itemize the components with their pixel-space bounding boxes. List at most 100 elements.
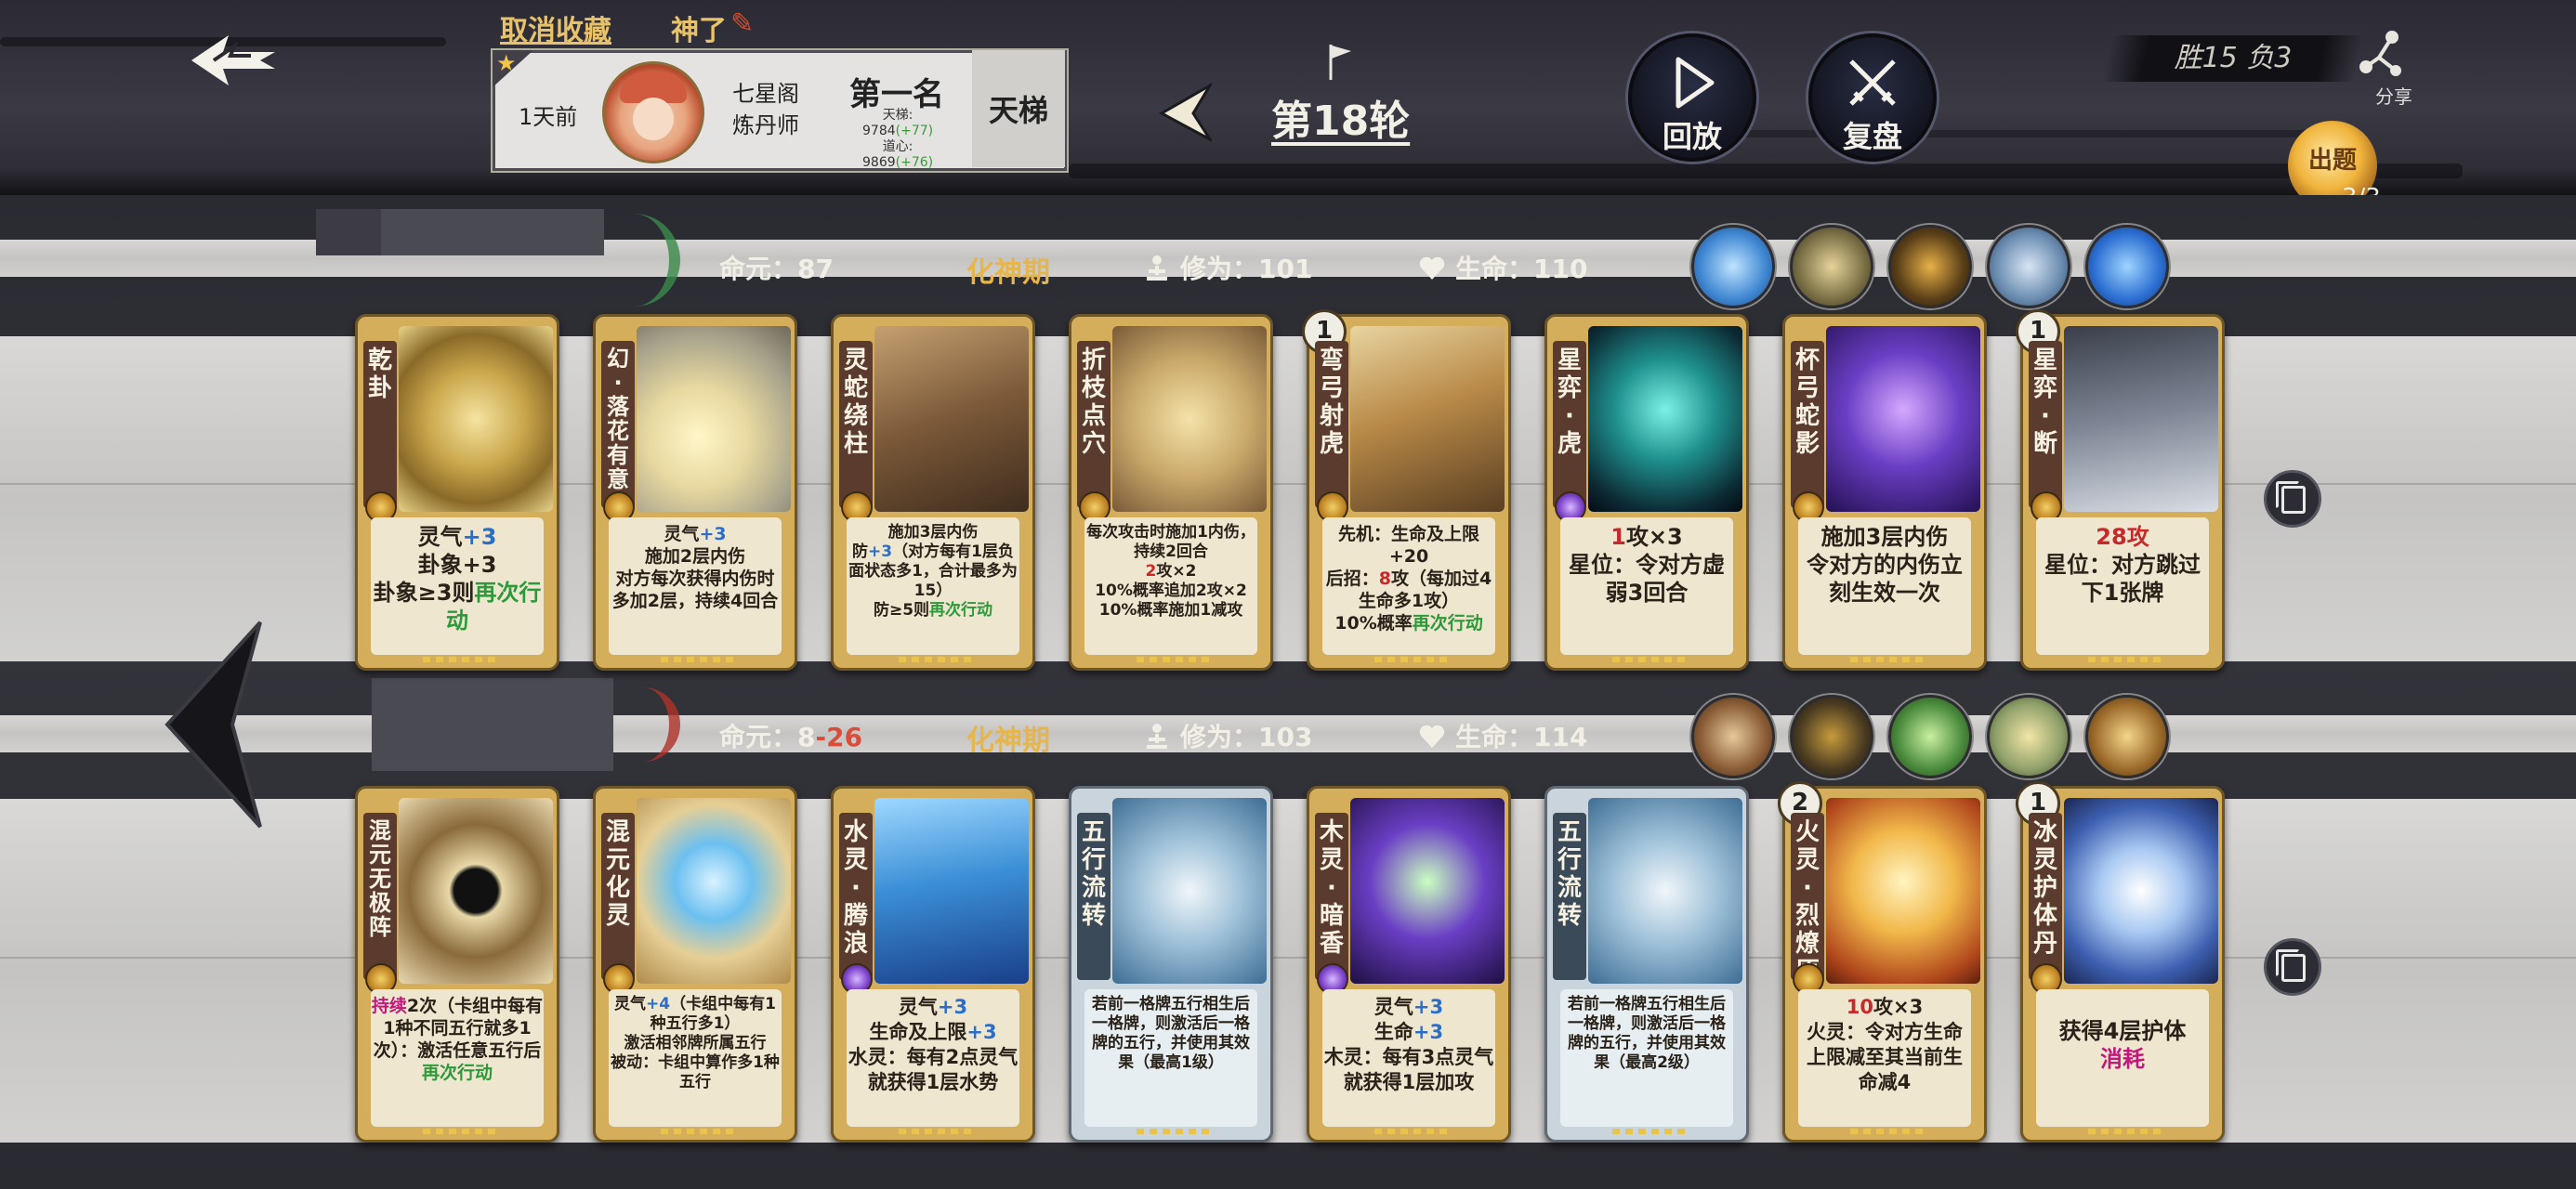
card-art	[1826, 798, 1980, 984]
crossed-swords-icon	[1849, 59, 1896, 106]
skill-icon-rabbit[interactable]	[1691, 225, 1775, 308]
opponent-card-8[interactable]: 1 星弈·断 28攻 星位：对方跳过下1张牌	[2016, 309, 2225, 671]
card-description: 灵气+3 生命及上限+3 水灵：每有2点灵气就获得1层水势	[847, 989, 1019, 1127]
card-art	[399, 798, 553, 984]
quiz-label: 出题	[2307, 147, 2357, 175]
card-art	[1350, 798, 1505, 984]
share-button[interactable]	[2353, 28, 2405, 80]
card-description: 每次攻击时施加1内伤，持续2回合 2攻×2 10%概率追加2攻×2 10%概率施…	[1084, 517, 1257, 655]
card-name: 五行流转	[1081, 818, 1106, 930]
opponent-card-4[interactable]: 折枝点穴 每次攻击时施加1内伤，持续2回合 2攻×2 10%概率追加2攻×2 1…	[1069, 314, 1273, 671]
opponent-stats: 命元：87 化神期 修为：101 生命：110	[0, 243, 2576, 290]
skill-icon-elder[interactable]	[1987, 695, 2070, 778]
skill-icon-sage[interactable]	[2085, 695, 2169, 778]
card-art	[637, 798, 791, 984]
card-art	[2064, 798, 2218, 984]
review-label: 复盘	[1842, 119, 1902, 154]
card-dots	[2088, 657, 2162, 662]
unfavorite-link[interactable]: 取消收藏	[500, 7, 611, 48]
share-label[interactable]: 分享	[2375, 82, 2412, 109]
card-dots	[2088, 1129, 2162, 1134]
review-button[interactable]: 复盘	[1808, 33, 1937, 162]
destiny-stat: 命元：8-26	[719, 722, 863, 752]
cultivation-stat: 修为：101	[1143, 249, 1312, 286]
player-card-7[interactable]: 2 火灵·烈燎原 10攻×3 火灵：令对方生命上限减至其当前生命减4	[1778, 781, 1987, 1143]
card-description: 获得4层护体 消耗	[2036, 989, 2209, 1127]
player-title: 炼丹师	[732, 112, 799, 138]
realm-label: 化神期	[966, 725, 1050, 757]
previous-round-button[interactable]	[1156, 80, 1215, 145]
player-card-5[interactable]: 木灵·暗香 灵气+3 生命+3 木灵：每有3点灵气就获得1层加攻	[1307, 786, 1511, 1143]
card-description: 灵气+3 卦象+3 卦象≥3则再次行动	[371, 517, 544, 655]
card-dots	[1374, 657, 1449, 662]
player-card-4[interactable]: 五行流转 若前一格牌五行相生后一格牌，则激活后一格牌的五行，并使用其效果（最高1…	[1069, 786, 1273, 1143]
card-description: 1攻×3 星位：令对方虚弱3回合	[1560, 517, 1733, 655]
player-card-1[interactable]: 混元无极阵 持续2次（卡组中每有1种不同五行就多1次）：激活任意五行后再次行动	[355, 786, 559, 1143]
hp-stat: 生命：110	[1418, 249, 1587, 286]
destiny-stat: 命元：87	[719, 254, 834, 284]
hp-stat: 生命：114	[1418, 717, 1587, 754]
card-art	[1112, 798, 1267, 984]
player-card-6[interactable]: 五行流转 若前一格牌五行相生后一格牌，则激活后一格牌的五行，并使用其效果（最高2…	[1544, 786, 1749, 1143]
opponent-card-7[interactable]: 杯弓蛇影 施加3层内伤 令对方的内伤立刻生效一次	[1782, 314, 1987, 671]
ink-brush-decoration	[1673, 130, 2323, 137]
card-description: 灵气+3 生命+3 木灵：每有3点灵气就获得1层加攻	[1322, 989, 1495, 1127]
star-badge: ★	[493, 50, 533, 87]
skill-icon-scroll[interactable]	[1888, 695, 1972, 778]
card-name: 灵蛇绕柱	[843, 346, 868, 458]
copy-deck-button[interactable]	[2264, 470, 2321, 528]
card-dots	[1137, 657, 1211, 662]
skill-icon-wood[interactable]	[1691, 695, 1775, 778]
skill-icon-armor[interactable]	[1790, 225, 1873, 308]
card-dots	[423, 1129, 497, 1134]
opponent-card-5[interactable]: 1 弯弓射虎 先机：生命及上限+20 后招：8攻（每加过4生命多1攻） 10%概…	[1302, 309, 1511, 671]
player-card-3[interactable]: 水灵·腾浪 灵气+3 生命及上限+3 水灵：每有2点灵气就获得1层水势	[831, 786, 1035, 1143]
card-art	[874, 798, 1029, 984]
profile-card[interactable]: ★ 1天前 七星阁 炼丹师 第一名 天梯: 9784(+77) 道心: 9869…	[491, 48, 1069, 173]
card-art	[1350, 326, 1505, 512]
card-name: 乾卦	[367, 346, 392, 402]
round-number: 第18轮	[1271, 98, 1411, 145]
ink-brush-decoration	[1069, 163, 2463, 178]
skill-icon-gate[interactable]	[1987, 225, 2070, 308]
play-icon	[1676, 57, 1715, 109]
opponent-card-2[interactable]: 幻·落花有意 灵气+3 施加2层内伤 对方每次获得内伤时多加2层，持续4回合	[593, 314, 797, 671]
card-name: 折枝点穴	[1081, 346, 1106, 458]
card-art	[874, 326, 1029, 512]
rating-stats: 天梯: 9784(+77) 道心: 9869(+76)	[862, 108, 933, 171]
ladder-label: 天梯:	[882, 108, 913, 123]
skill-icon-figure[interactable]	[1888, 225, 1972, 308]
card-art	[637, 326, 791, 512]
card-name: 水灵·腾浪	[843, 818, 868, 958]
card-dots	[899, 1129, 973, 1134]
copy-deck-button[interactable]	[2264, 938, 2321, 996]
back-arrow-icon	[191, 35, 275, 85]
win-loss-record: 胜15 负3	[2102, 35, 2364, 82]
card-dots	[661, 657, 735, 662]
time-ago: 1天前	[519, 104, 578, 130]
replay-label: 回放	[1662, 119, 1722, 154]
card-art	[1588, 326, 1742, 512]
daoxin-rating: 9869(+76)	[862, 155, 934, 170]
player-card-2[interactable]: 混元化灵 灵气+4（卡组中每有1种五行多1） 激活相邻牌所属五行 被动：卡组中算…	[593, 786, 797, 1143]
opponent-card-1[interactable]: 乾卦 灵气+3 卦象+3 卦象≥3则再次行动	[355, 314, 559, 671]
card-description: 若前一格牌五行相生后一格牌，则激活后一格牌的五行，并使用其效果（最高1级）	[1084, 989, 1257, 1127]
card-description: 施加3层内伤 防+3（对方每有1层负面状态多1，合计最多为15） 防≥5则再次行…	[847, 517, 1019, 655]
player-tag[interactable]: 神了	[671, 7, 727, 48]
replay-button[interactable]: 回放	[1628, 33, 1756, 162]
opponent-card-3[interactable]: 灵蛇绕柱 施加3层内伤 防+3（对方每有1层负面状态多1，合计最多为15） 防≥…	[831, 314, 1035, 671]
card-description: 灵气+3 施加2层内伤 对方每次获得内伤时多加2层，持续4回合	[609, 517, 782, 655]
edit-pen-icon[interactable]: ✎	[730, 7, 762, 40]
ladder-rating: 9784(+77)	[862, 124, 934, 138]
opponent-card-6[interactable]: 星弈·虎 1攻×3 星位：令对方虚弱3回合	[1544, 314, 1749, 671]
skill-icon-taiji[interactable]	[2085, 225, 2169, 308]
heart-icon	[1419, 725, 1445, 748]
card-name: 木灵·暗香	[1319, 818, 1344, 958]
card-dots	[899, 657, 973, 662]
player-card-8[interactable]: 1 冰灵护体丹 获得4层护体 消耗	[2016, 781, 2225, 1143]
skill-icon-monk[interactable]	[1790, 695, 1873, 778]
copy-icon	[2276, 481, 2306, 514]
card-name: 五行流转	[1557, 818, 1582, 930]
card-dots	[1374, 1129, 1449, 1134]
back-button[interactable]	[186, 28, 279, 93]
